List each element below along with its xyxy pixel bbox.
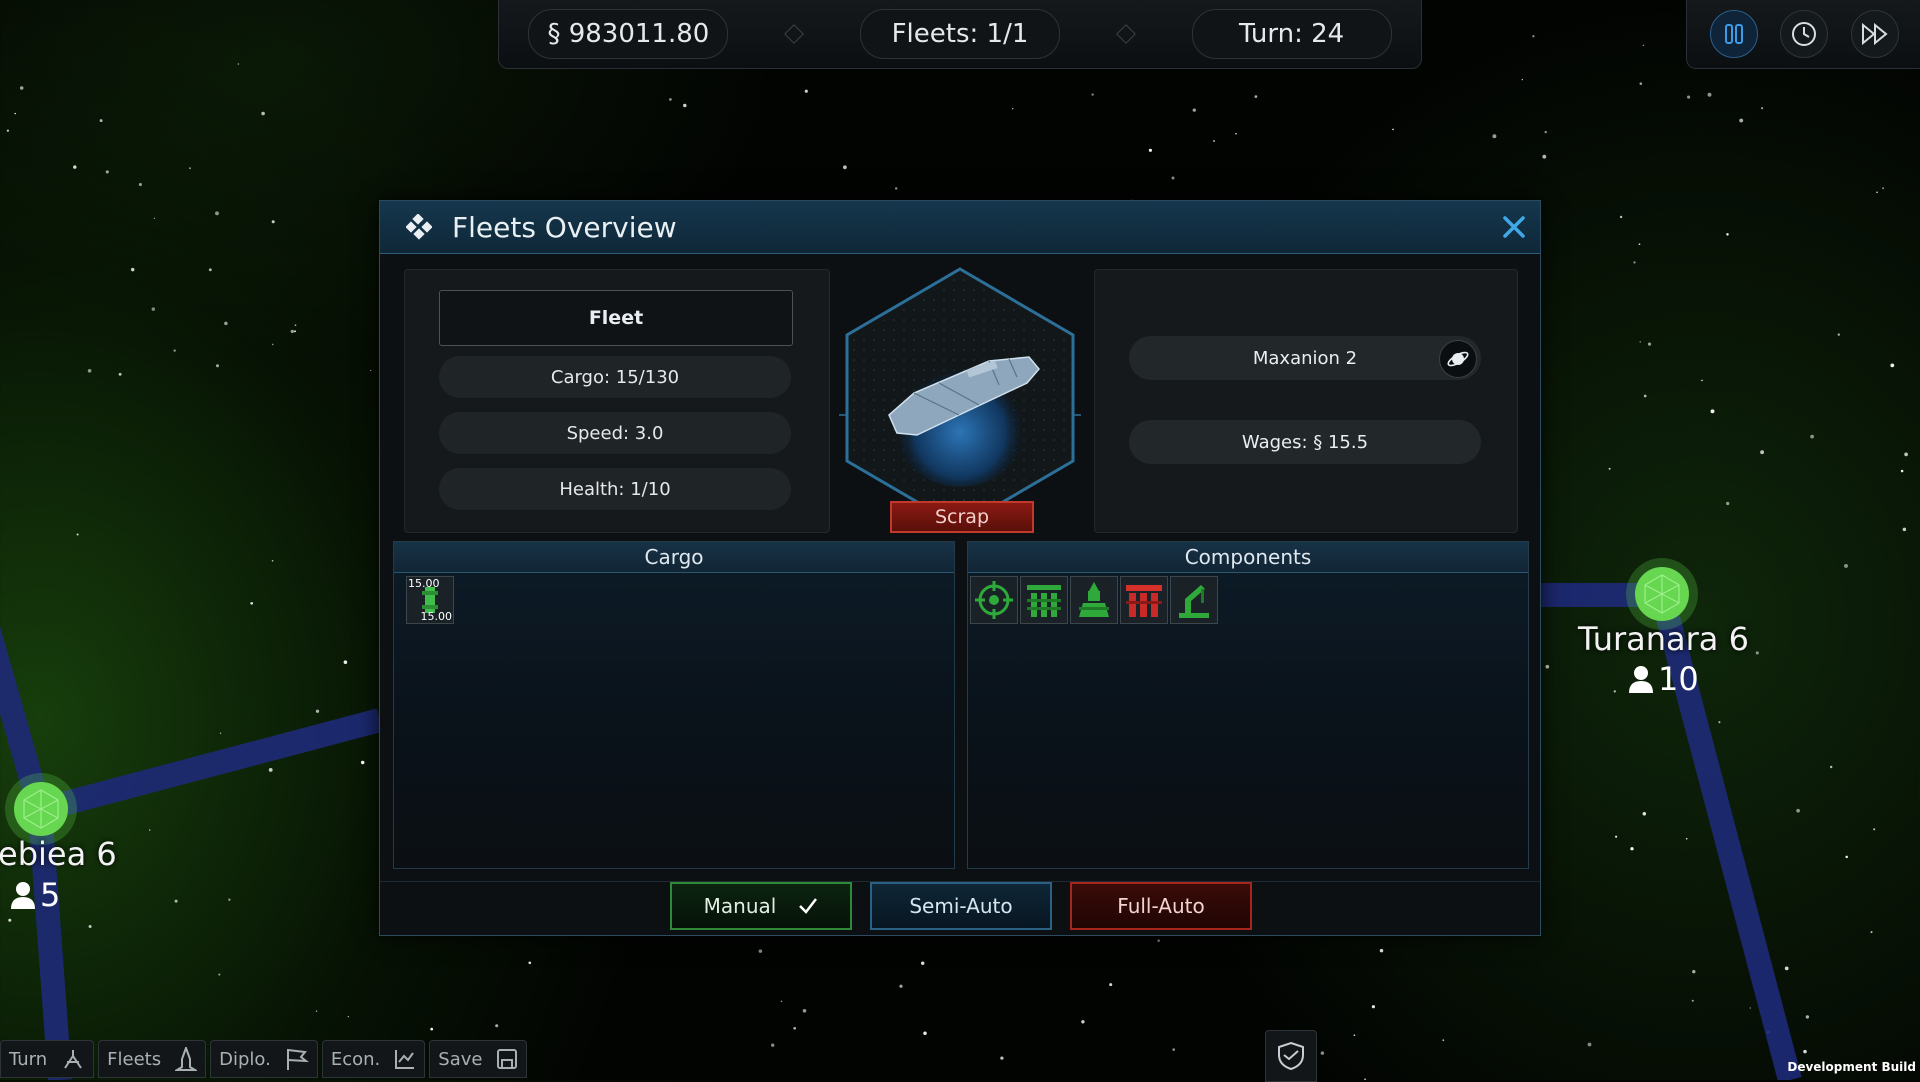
fleets-overview-window: Fleets Overview Fleet Cargo: 15/130 Spee… [379, 200, 1541, 936]
checkmark-icon [799, 898, 818, 914]
component-slot[interactable] [1020, 576, 1068, 624]
bottom-menu-bar: Turn Fleets Diplo. Econ. Save [0, 1040, 528, 1080]
health-stat: Health: 1/10 [439, 468, 791, 510]
targeting-icon [975, 581, 1013, 619]
component-slot[interactable] [1170, 576, 1218, 624]
population-count: 5 [40, 876, 61, 914]
speed-stat: Speed: 3.0 [439, 412, 791, 454]
cargo-stat: Cargo: 15/130 [439, 356, 791, 398]
engine-icon [1079, 582, 1109, 617]
planet-icon [1447, 351, 1469, 367]
planet-population-turanara: 10 [1628, 660, 1699, 698]
save-menu-button[interactable]: Save [429, 1040, 528, 1078]
fast-forward-icon [1861, 23, 1888, 45]
cargo-amount-bottom: 15.00 [420, 610, 453, 623]
population-count: 10 [1658, 660, 1699, 698]
pause-icon [1724, 24, 1743, 44]
components-panel: Components [967, 541, 1529, 869]
handshake-shield-icon [1278, 1041, 1304, 1071]
separator-diamond [1115, 24, 1136, 44]
turn-display: Turn: 24 [1191, 9, 1392, 59]
rocket-icon [175, 1047, 198, 1071]
cargo-amount-top: 15.00 [408, 577, 440, 590]
money-display: § 983011.80 [528, 9, 729, 59]
semi-auto-mode-button[interactable]: Semi-Auto [870, 882, 1052, 930]
save-menu-label: Save [438, 1048, 483, 1070]
chart-icon [395, 1050, 415, 1069]
fleet-count-display[interactable]: Fleets: 1/1 [859, 9, 1060, 59]
component-slot[interactable] [1120, 576, 1168, 624]
component-slot[interactable] [970, 576, 1018, 624]
diplo-menu-button[interactable]: Diplo. [210, 1040, 318, 1078]
hyperlane [36, 708, 384, 822]
crane-icon [1179, 585, 1209, 618]
fleet-name-field[interactable]: Fleet [439, 290, 793, 346]
manual-mode-label: Manual [703, 894, 777, 918]
location-pill: Maxanion 2 [1129, 336, 1481, 380]
components-header: Components [968, 542, 1528, 573]
development-build-label: Development Build [1787, 1060, 1916, 1074]
handshake-button[interactable] [1265, 1030, 1317, 1082]
speed-button[interactable] [1780, 10, 1828, 58]
planet-name-turanara: Turanara 6 [1578, 620, 1749, 658]
scrap-button[interactable]: Scrap [890, 501, 1034, 533]
diplo-menu-label: Diplo. [219, 1048, 271, 1070]
clock-icon [1792, 22, 1816, 46]
planet-population-ebiea: 5 [10, 876, 60, 914]
fleets-menu-button[interactable]: Fleets [98, 1040, 207, 1078]
pause-button[interactable] [1709, 10, 1758, 58]
population-icon [1629, 666, 1653, 693]
time-controls [1686, 0, 1920, 69]
turn-menu-label: Turn [9, 1048, 48, 1070]
flag-icon [286, 1048, 309, 1070]
fleet-location-panel: Maxanion 2 Wages: § 15.5 [1094, 269, 1518, 533]
goto-planet-button[interactable] [1439, 340, 1477, 378]
fleets-menu-label: Fleets [107, 1048, 162, 1070]
armor-module-icon [1126, 585, 1162, 617]
component-slot[interactable] [1070, 576, 1118, 624]
manual-mode-button[interactable]: Manual [670, 882, 852, 930]
fast-forward-button[interactable] [1850, 10, 1899, 58]
full-auto-mode-button[interactable]: Full-Auto [1070, 882, 1252, 930]
location-name: Maxanion 2 [1252, 347, 1358, 369]
save-icon [497, 1049, 518, 1069]
fleet-stats-panel: Fleet Cargo: 15/130 Speed: 3.0 Health: 1… [404, 269, 830, 533]
automation-mode-bar: Manual Semi-Auto Full-Auto [380, 881, 1540, 936]
econ-menu-button[interactable]: Econ. [321, 1040, 426, 1078]
econ-menu-label: Econ. [330, 1048, 381, 1070]
close-icon[interactable] [1500, 213, 1528, 241]
cargo-header: Cargo [394, 542, 954, 573]
window-title: Fleets Overview [452, 210, 677, 244]
population-icon [11, 882, 35, 909]
separator-diamond [784, 24, 805, 44]
resource-bar: § 983011.80 Fleets: 1/1 Turn: 24 [498, 0, 1422, 69]
cargo-slot[interactable]: 15.00 15.00 [406, 576, 454, 624]
planet-name-ebiea: ebiea 6 [0, 835, 117, 873]
fleet-diamond-icon [406, 214, 432, 240]
ship-preview [839, 267, 1081, 527]
compass-icon [64, 1050, 83, 1069]
window-header: Fleets Overview [380, 201, 1540, 254]
cargo-panel: Cargo 15.00 15.00 [393, 541, 955, 869]
wages-pill: Wages: § 15.5 [1129, 420, 1481, 464]
cargo-module-icon [1027, 585, 1061, 617]
turn-menu-button[interactable]: Turn [0, 1040, 95, 1078]
